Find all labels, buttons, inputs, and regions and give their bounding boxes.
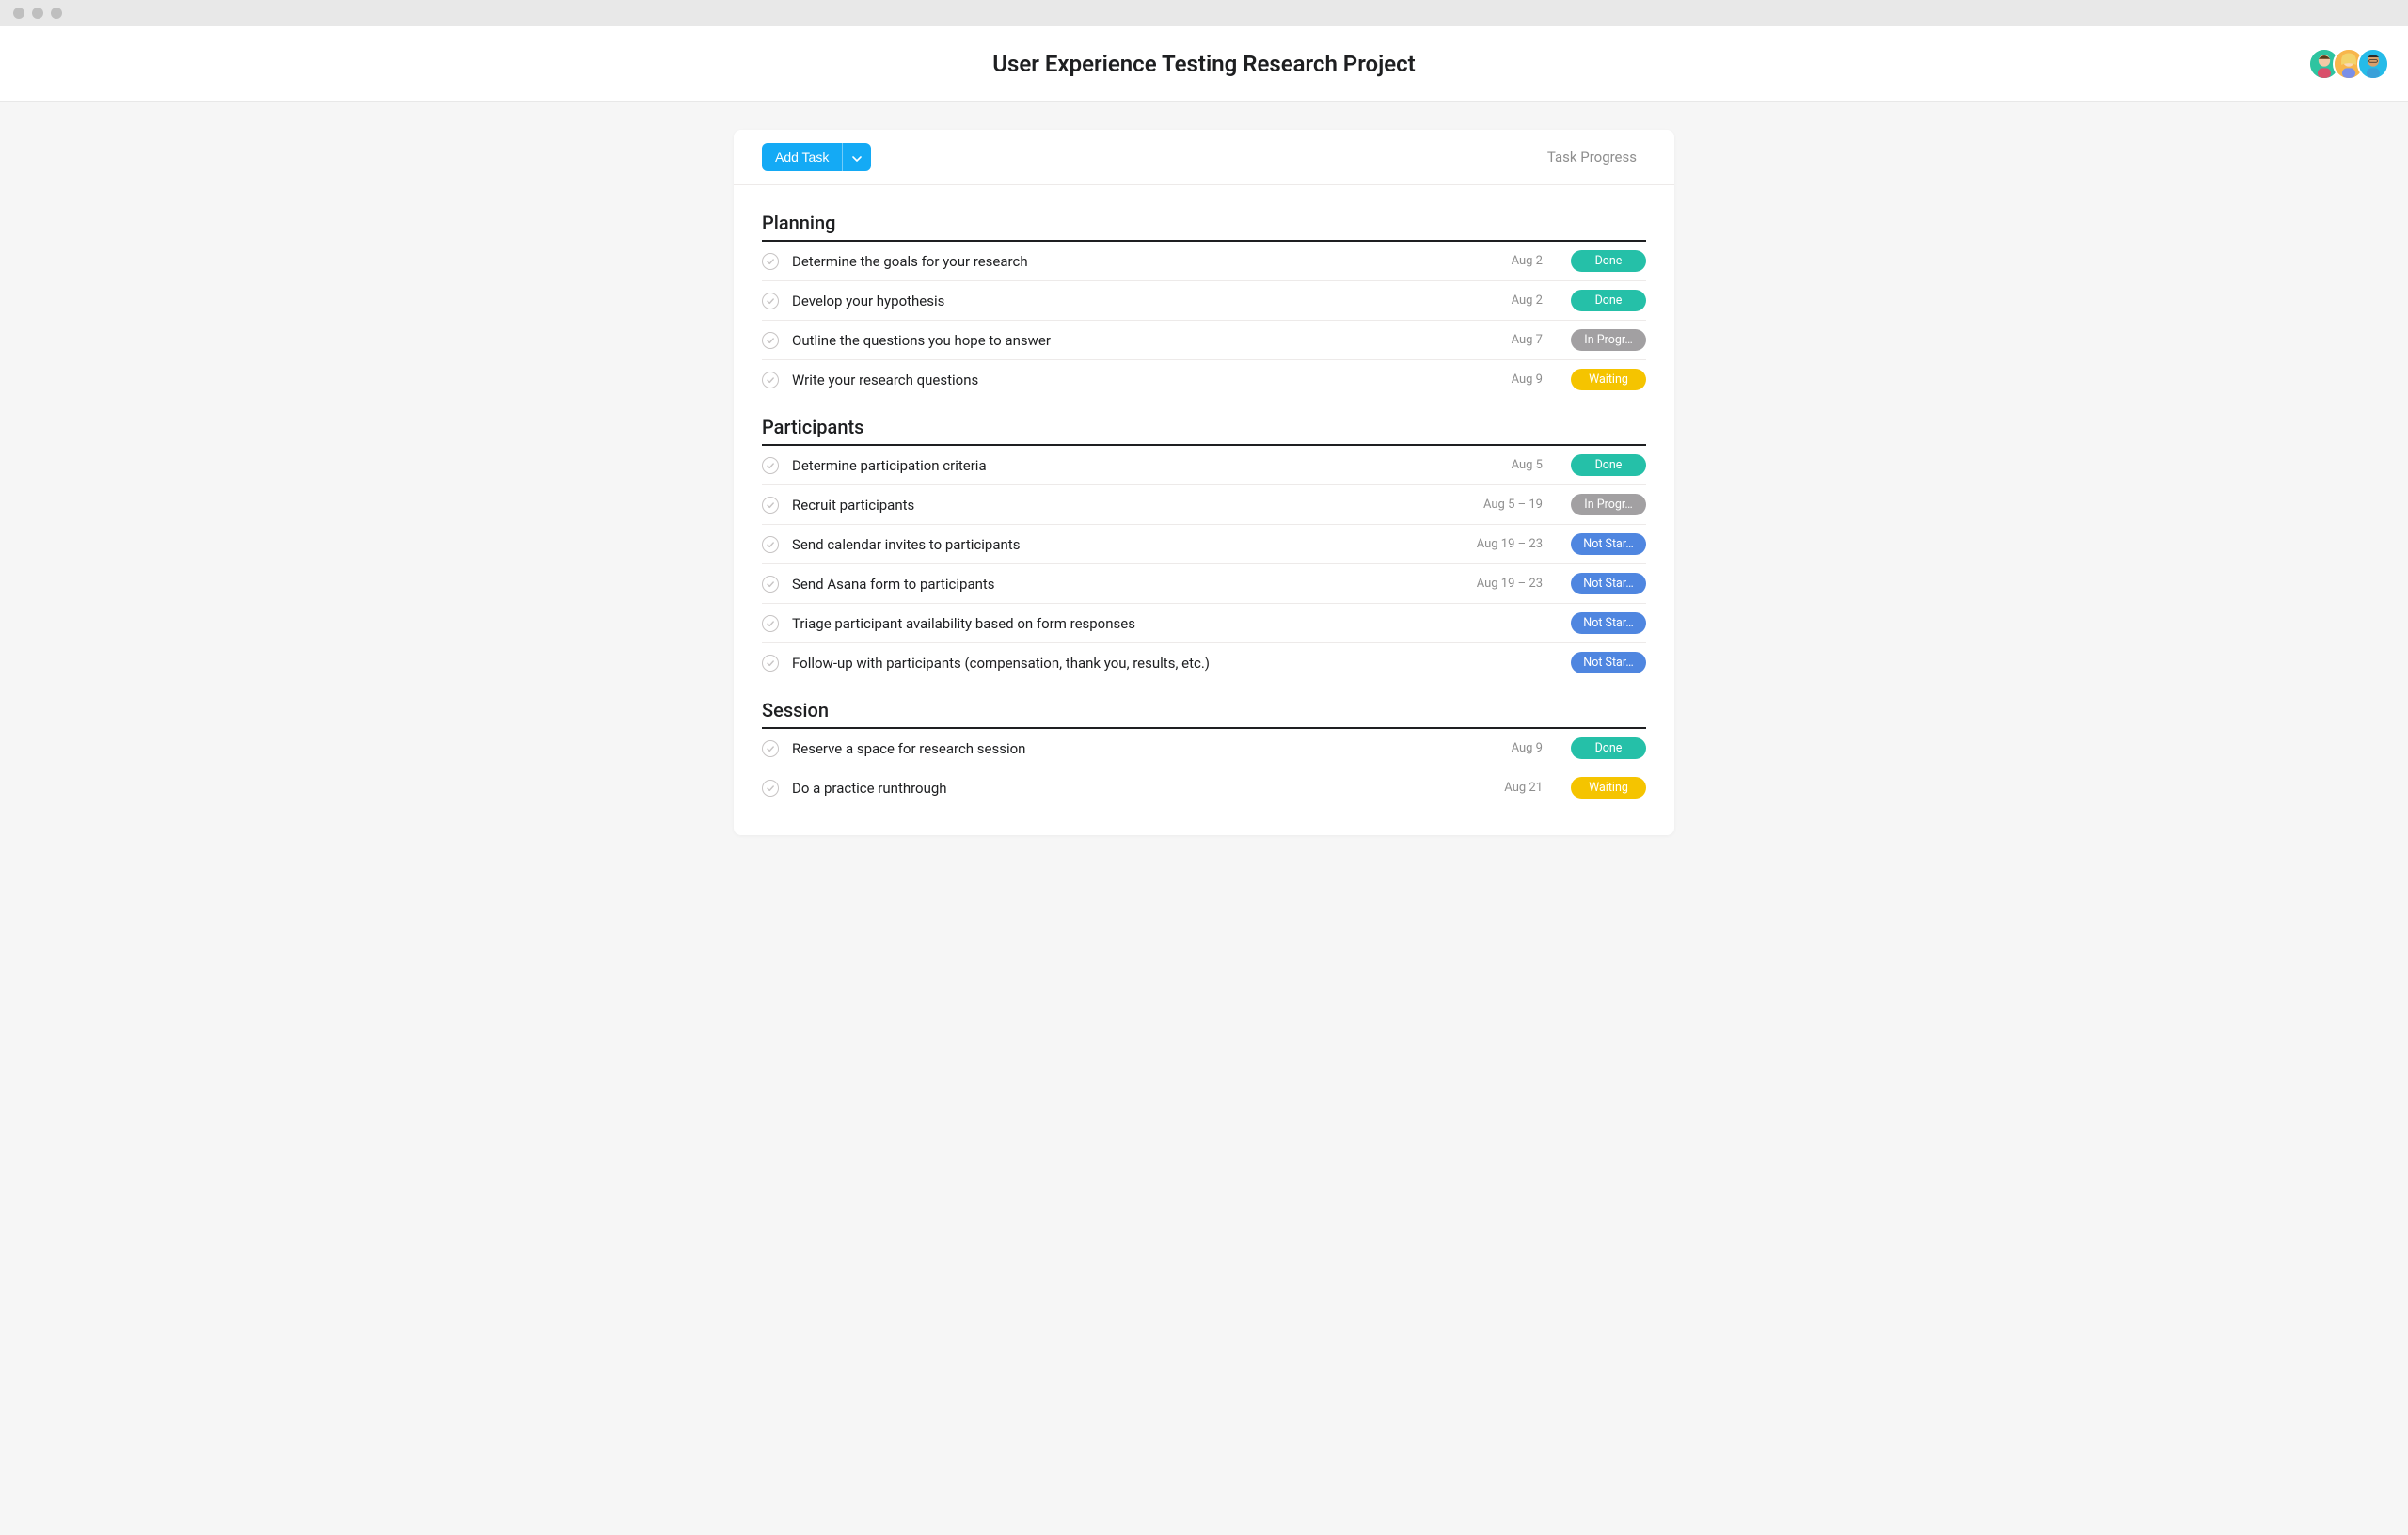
task-name[interactable]: Send Asana form to participants [792,576,1449,593]
status-badge[interactable]: Done [1571,454,1646,476]
task-row[interactable]: Develop your hypothesisAug 2 Done [762,281,1646,321]
check-icon [766,296,775,306]
task-due-date[interactable]: Aug 7 [1449,333,1543,347]
check-icon [766,257,775,266]
task-row[interactable]: Determine the goals for your researchAug… [762,242,1646,281]
complete-task-checkbox[interactable] [762,615,779,632]
task-row[interactable]: Reserve a space for research sessionAug … [762,729,1646,768]
section-header[interactable]: Session [762,682,1646,729]
task-row[interactable]: Follow-up with participants (compensatio… [762,643,1646,682]
check-icon [766,658,775,668]
window-dot [32,8,43,19]
task-due-date[interactable]: Aug 19 – 23 [1449,577,1543,591]
task-due-date[interactable]: Aug 2 [1449,293,1543,308]
task-due-date[interactable]: Aug 5 [1449,458,1543,472]
task-row[interactable]: Determine participation criteriaAug 5 Don… [762,446,1646,485]
page-title: User Experience Testing Research Project [992,51,1415,77]
check-icon [766,336,775,345]
task-row[interactable]: Recruit participantsAug 5 – 19 In Progr… [762,485,1646,525]
complete-task-checkbox[interactable] [762,457,779,474]
task-row[interactable]: Send Asana form to participantsAug 19 – … [762,564,1646,604]
task-due-date[interactable]: Aug 9 [1449,741,1543,755]
status-badge[interactable]: In Progr… [1571,494,1646,515]
check-icon [766,579,775,589]
status-badge[interactable]: Done [1571,290,1646,311]
status-badge[interactable]: Done [1571,250,1646,272]
task-name[interactable]: Follow-up with participants (compensatio… [792,655,1449,672]
section-task-list: Reserve a space for research sessionAug … [762,729,1646,807]
window-dot [13,8,24,19]
task-name[interactable]: Triage participant availability based on… [792,615,1449,632]
check-icon [766,461,775,470]
task-progress-header: Task Progress [1547,149,1637,166]
task-due-date[interactable]: Aug 19 – 23 [1449,537,1543,551]
task-due-date[interactable]: Aug 21 [1449,781,1543,795]
avatar[interactable] [2357,48,2389,80]
task-name[interactable]: Write your research questions [792,372,1449,388]
task-row[interactable]: Triage participant availability based on… [762,604,1646,643]
status-badge[interactable]: Waiting [1571,777,1646,799]
status-badge[interactable]: Not Star… [1571,573,1646,594]
complete-task-checkbox[interactable] [762,536,779,553]
complete-task-checkbox[interactable] [762,780,779,797]
task-sections: PlanningDetermine the goals for your res… [734,185,1674,835]
check-icon [766,744,775,753]
task-name[interactable]: Determine the goals for your research [792,253,1449,270]
complete-task-checkbox[interactable] [762,293,779,309]
status-badge[interactable]: Not Star… [1571,652,1646,673]
card-toolbar: Add Task Task Progress [734,130,1674,185]
complete-task-checkbox[interactable] [762,740,779,757]
check-icon [766,500,775,510]
task-row[interactable]: Write your research questionsAug 9 Waitin… [762,360,1646,399]
window-dot [51,8,62,19]
task-name[interactable]: Determine participation criteria [792,457,1449,474]
complete-task-checkbox[interactable] [762,372,779,388]
section-task-list: Determine participation criteriaAug 5 Don… [762,446,1646,682]
complete-task-checkbox[interactable] [762,253,779,270]
status-badge[interactable]: In Progr… [1571,329,1646,351]
complete-task-checkbox[interactable] [762,576,779,593]
task-row[interactable]: Do a practice runthroughAug 21 Waiting [762,768,1646,807]
status-badge[interactable]: Waiting [1571,369,1646,390]
add-task-button[interactable]: Add Task [762,143,843,171]
complete-task-checkbox[interactable] [762,655,779,672]
check-icon [766,783,775,793]
task-row[interactable]: Outline the questions you hope to answer… [762,321,1646,360]
task-name[interactable]: Send calendar invites to participants [792,536,1449,553]
status-badge[interactable]: Not Star… [1571,533,1646,555]
project-members [2316,48,2389,80]
add-task-group: Add Task [762,143,871,171]
task-due-date[interactable]: Aug 5 – 19 [1449,498,1543,512]
status-badge[interactable]: Not Star… [1571,612,1646,634]
section-task-list: Determine the goals for your researchAug… [762,242,1646,399]
task-row[interactable]: Send calendar invites to participantsAug… [762,525,1646,564]
complete-task-checkbox[interactable] [762,332,779,349]
status-badge[interactable]: Done [1571,737,1646,759]
task-name[interactable]: Develop your hypothesis [792,293,1449,309]
task-name[interactable]: Reserve a space for research session [792,740,1449,757]
section-header[interactable]: Participants [762,399,1646,446]
check-icon [766,540,775,549]
task-list-card: Add Task Task Progress PlanningDetermine… [734,130,1674,835]
task-name[interactable]: Do a practice runthrough [792,780,1449,797]
check-icon [766,619,775,628]
add-task-dropdown-button[interactable] [843,143,871,171]
content: Add Task Task Progress PlanningDetermine… [0,102,2408,835]
task-due-date[interactable]: Aug 2 [1449,254,1543,268]
complete-task-checkbox[interactable] [762,497,779,514]
task-name[interactable]: Recruit participants [792,497,1449,514]
window-chrome [0,0,2408,26]
task-name[interactable]: Outline the questions you hope to answer [792,332,1449,349]
section-header[interactable]: Planning [762,195,1646,242]
task-due-date[interactable]: Aug 9 [1449,372,1543,387]
app-header: User Experience Testing Research Project [0,26,2408,102]
chevron-down-icon [852,150,862,165]
check-icon [766,375,775,385]
